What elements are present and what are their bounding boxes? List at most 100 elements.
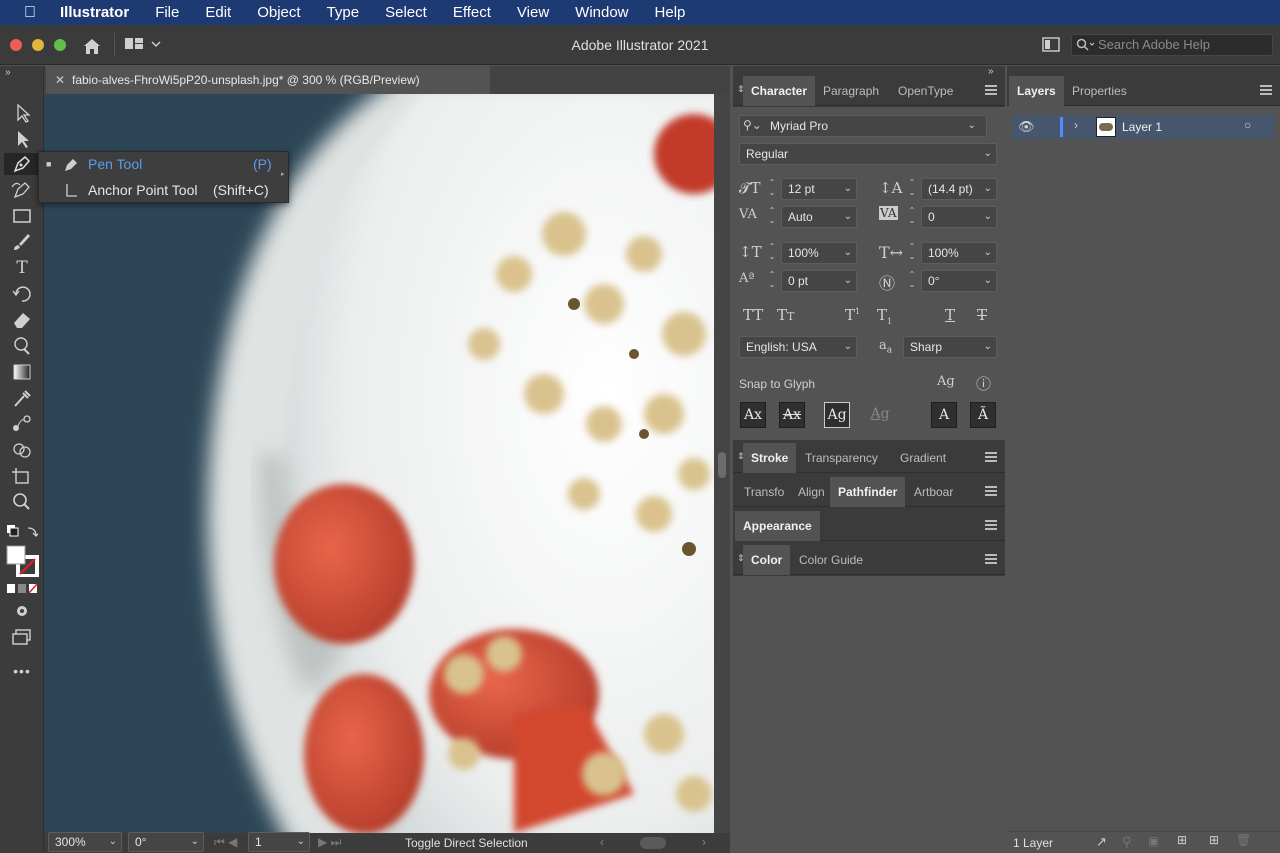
underline-icon[interactable]: T [945, 306, 955, 324]
minimize-window-button[interactable] [32, 39, 44, 51]
arrange-documents-icon[interactable] [124, 37, 162, 51]
artboard-tool-icon[interactable] [10, 465, 34, 487]
superscript-icon[interactable]: T1 [845, 306, 860, 324]
zoom-level-field[interactable]: 300% ⌄ [48, 832, 122, 852]
default-colors-swap-icon[interactable] [6, 524, 38, 540]
eraser-tool-icon[interactable] [10, 309, 34, 331]
baseline-shift-stepper[interactable]: ⌃ ⌄ [766, 270, 778, 292]
tab-color[interactable]: Color [743, 545, 791, 575]
flyout-item-anchor-point-tool[interactable]: Anchor Point Tool (Shift+C) [39, 178, 288, 203]
panel-layout-icon[interactable] [1042, 37, 1060, 52]
vertical-scale-stepper[interactable]: ⌃ ⌄ [766, 242, 778, 264]
apple-icon[interactable]:  [0, 4, 60, 22]
tab-stroke[interactable]: Stroke [743, 443, 797, 473]
tab-color-guide[interactable]: Color Guide [791, 545, 871, 575]
font-size-stepper[interactable]: ⌃ ⌄ [766, 178, 778, 200]
snap-baseline-button[interactable]: Ax [740, 402, 766, 428]
snap-anchor-point-button[interactable]: Ã [970, 402, 996, 428]
tab-transparency[interactable]: Transparency [797, 443, 886, 473]
kerning-stepper[interactable]: ⌃ ⌄ [766, 206, 778, 228]
locate-object-icon[interactable]: ⚲ [1122, 834, 1132, 850]
vertical-scale-field[interactable]: 100% ⌄ [781, 242, 857, 264]
selection-tool-icon[interactable] [10, 102, 34, 124]
new-layer-icon[interactable]: ⊞ [1209, 833, 1219, 847]
document-tab[interactable]: ✕ fabio-alves-FhroWi5pP20-unsplash.jpg* … [46, 66, 490, 94]
tab-artboards[interactable]: Artboar [906, 477, 961, 507]
menu-object[interactable]: Object [244, 4, 313, 21]
artboard-nav-next-icons[interactable]: ▶ ⏭ [318, 835, 341, 850]
menu-help[interactable]: Help [642, 4, 699, 21]
menu-illustrator[interactable]: Illustrator [60, 4, 142, 21]
tab-paragraph[interactable]: Paragraph [815, 76, 887, 106]
strikethrough-icon[interactable]: T [977, 306, 987, 324]
vertical-scrollbar[interactable] [714, 94, 730, 833]
subscript-icon[interactable]: T1 [877, 306, 892, 326]
menu-edit[interactable]: Edit [192, 4, 244, 21]
gradient-tool-icon[interactable] [10, 361, 34, 383]
delete-layer-icon[interactable]: 🗑 [1236, 833, 1251, 847]
snap-proximity-guides-button[interactable]: Ag [867, 402, 893, 428]
hscroll-left-icon[interactable]: ‹ [600, 835, 604, 849]
kerning-field[interactable]: Auto ⌄ [781, 206, 857, 228]
rotate-tool-icon[interactable] [10, 283, 34, 305]
menu-file[interactable]: File [142, 4, 192, 21]
hscroll-thumb[interactable] [640, 837, 666, 849]
home-icon[interactable] [82, 37, 102, 55]
scroll-thumb[interactable] [718, 452, 726, 478]
color-mode-icons[interactable] [6, 583, 38, 595]
snap-angular-guides-button[interactable]: A [931, 402, 957, 428]
zoom-tool-icon[interactable] [10, 491, 34, 513]
snap-x-height-button[interactable]: Ax [779, 402, 805, 428]
tab-opentype[interactable]: OpenType [890, 76, 961, 106]
tracking-stepper[interactable]: ⌃ ⌄ [906, 206, 918, 228]
character-rotation-stepper[interactable]: ⌃ ⌄ [906, 270, 918, 292]
character-rotation-field[interactable]: 0° ⌄ [921, 270, 997, 292]
paintbrush-tool-icon[interactable] [10, 231, 34, 253]
help-search-input[interactable]: Search Adobe Help [1071, 34, 1273, 56]
snap-glyph-options-icon[interactable]: Ag [937, 374, 955, 389]
leading-stepper[interactable]: ⌃ ⌄ [906, 178, 918, 200]
type-tool-icon[interactable]: T [10, 257, 34, 279]
all-caps-icon[interactable]: TT [743, 306, 763, 324]
antialias-field[interactable]: Sharp ⌄ [903, 336, 997, 358]
horizontal-scale-stepper[interactable]: ⌃ ⌄ [906, 242, 918, 264]
tab-character[interactable]: Character [743, 76, 816, 106]
tab-align[interactable]: Align [790, 477, 833, 507]
clipping-mask-icon[interactable]: ▣ [1148, 834, 1159, 848]
menu-effect[interactable]: Effect [440, 4, 504, 21]
tab-layers[interactable]: Layers [1009, 76, 1064, 106]
small-caps-icon[interactable]: TT [777, 306, 794, 324]
font-family-field[interactable]: Myriad Pro ⌄ [739, 115, 987, 137]
info-icon[interactable]: ⓘ [976, 373, 991, 394]
pen-tool-icon[interactable] [10, 153, 34, 175]
font-style-field[interactable]: Regular ⌄ [739, 143, 997, 165]
flyout-item-pen-tool[interactable]: ■ Pen Tool (P) ▸ [39, 152, 288, 178]
warp-tool-icon[interactable] [10, 335, 34, 357]
menu-view[interactable]: View [504, 4, 562, 21]
leading-field[interactable]: (14.4 pt) ⌄ [921, 178, 997, 200]
horizontal-scale-field[interactable]: 100% ⌄ [921, 242, 997, 264]
menu-window[interactable]: Window [562, 4, 641, 21]
language-field[interactable]: English: USA ⌄ [739, 336, 857, 358]
target-circle-icon[interactable]: ○ [1244, 118, 1251, 132]
close-document-icon[interactable]: ✕ [55, 66, 65, 94]
hscroll-right-icon[interactable]: › [702, 835, 706, 849]
tab-properties[interactable]: Properties [1064, 76, 1135, 106]
new-sublayer-icon[interactable]: ⊞ [1177, 833, 1187, 847]
layer-row[interactable]: 👁 › Layer 1 ○ [1012, 115, 1274, 139]
panel-menu-icon[interactable] [985, 486, 997, 496]
more-tools-icon[interactable]: ••• [10, 660, 34, 682]
blend-tool-icon[interactable] [10, 413, 34, 435]
rectangle-tool-icon[interactable] [10, 205, 34, 227]
export-icon[interactable]: ↗ [1096, 834, 1107, 850]
menu-type[interactable]: Type [314, 4, 373, 21]
artboard-nav-prev-icons[interactable]: ⏮ ◀ [214, 835, 237, 850]
collapse-toolbar-icon[interactable]: » [5, 67, 11, 78]
draw-mode-icon[interactable] [10, 600, 34, 622]
zoom-window-button[interactable] [54, 39, 66, 51]
screen-mode-icon[interactable] [10, 626, 34, 648]
snap-glyph-bounds-button[interactable]: Ag [824, 402, 850, 428]
fill-stroke-swatch[interactable] [6, 545, 40, 577]
panel-menu-icon[interactable] [985, 85, 997, 95]
tab-appearance[interactable]: Appearance [735, 511, 820, 541]
